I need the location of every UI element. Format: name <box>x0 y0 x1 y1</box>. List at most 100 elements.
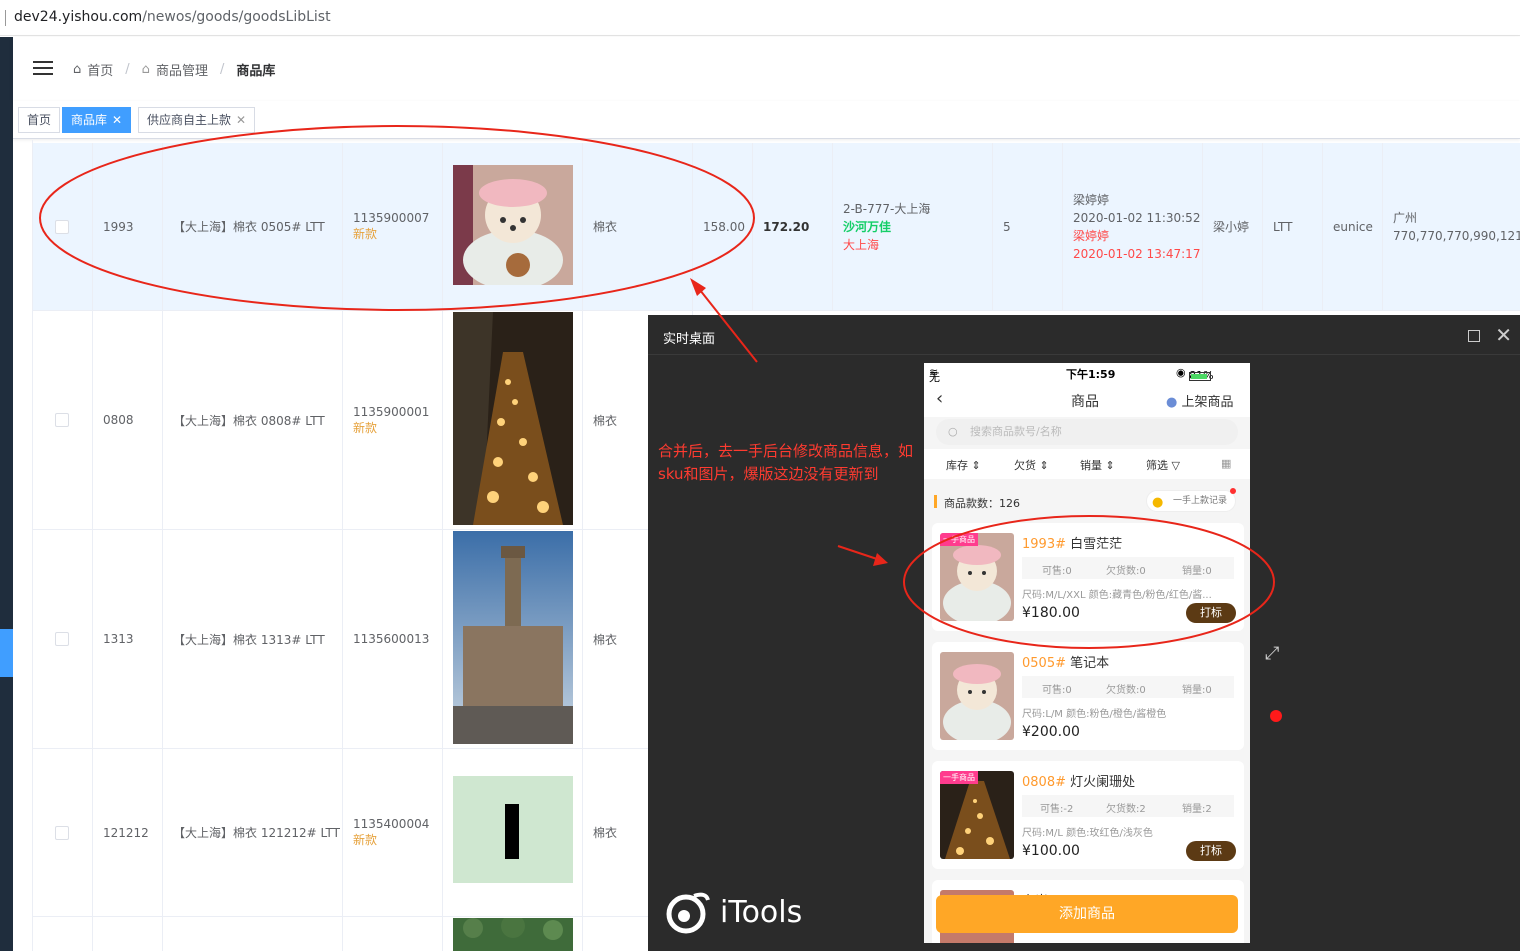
breadcrumb-separator: / <box>219 62 225 77</box>
owner-cell: eunice <box>1323 143 1383 310</box>
back-icon[interactable]: ‹ <box>936 388 943 409</box>
modified-time: 2020-01-02 13:47:17 <box>1073 246 1201 261</box>
product-thumbnail[interactable] <box>453 776 573 883</box>
product-price: ¥180.00 <box>1022 605 1080 621</box>
mark-button[interactable]: 打标 <box>1186 603 1236 623</box>
region-cell: 广州 770,770,770,990,1210 <box>1383 143 1520 310</box>
breadcrumb-home[interactable]: 首页 <box>87 60 113 79</box>
breadcrumb-current: 商品库 <box>236 64 276 79</box>
price-cell: 172.20 <box>753 143 833 310</box>
id-cell: 121212 <box>93 749 163 916</box>
sidebar-active-indicator <box>0 629 13 677</box>
grid-view-icon[interactable]: ▦ <box>1221 457 1231 470</box>
publish-icon: ● <box>1166 395 1178 410</box>
product-name: 0505# 笔记本 <box>1022 656 1110 671</box>
row-checkbox-cell <box>33 143 93 310</box>
phone-page-title: 商品 <box>1071 394 1099 410</box>
itools-logo: iTools <box>666 890 802 934</box>
product-price: ¥100.00 <box>1022 843 1080 859</box>
carrier-text: 无 SIM 卡 ≋ <box>929 366 949 413</box>
close-icon[interactable]: ✕ <box>1495 325 1512 345</box>
product-count: 商品款数：126 <box>944 497 1020 510</box>
audit-cell: 梁婷婷 2020-01-02 11:30:52 梁婷婷 2020-01-02 13:4… <box>1063 143 1203 310</box>
product-thumbnail[interactable] <box>453 918 573 951</box>
cost-cell: 158.00 <box>693 143 753 310</box>
clock-text: 下午1:59 <box>1066 368 1116 381</box>
filter-sales[interactable]: 销量 ⇕ <box>1080 457 1115 473</box>
product-thumbnail[interactable] <box>453 165 573 285</box>
product-card[interactable]: 0505# 笔记本 可售:0 欠货数:0 销量:0 尺码:L/M 颜色:粉色/橙色/… <box>932 642 1244 750</box>
row-checkbox[interactable] <box>55 413 69 427</box>
product-stats: 可售:0 欠货数:0 销量:0 <box>1022 676 1234 698</box>
tab-home[interactable]: 首页 <box>18 107 61 133</box>
table-row[interactable]: 1993 【大上海】棉衣 0505# LTT 1135900007 新款 棉衣 1… <box>33 143 1520 311</box>
product-name: 1993# 白雪茫茫 <box>1022 537 1123 552</box>
address-bar[interactable]: dev24.yishou.com/newos/goods/goodsLibLis… <box>0 0 1520 36</box>
category-cell: 棉衣 <box>583 143 693 310</box>
product-image <box>940 652 1014 740</box>
box-icon: ⌂ <box>141 62 150 77</box>
phone-status-bar: 无 SIM 卡 ≋ 下午1:59 ◉ 81% <box>924 363 1250 413</box>
title-cell: 【大上海】棉衣 121212# LTT <box>163 749 343 916</box>
product-thumbnail[interactable] <box>453 312 573 525</box>
itools-logo-text: iTools <box>720 894 803 930</box>
notification-dot <box>1230 488 1236 494</box>
tab-supplier-upload[interactable]: 供应商自主上款 ✕ <box>138 107 256 133</box>
modifier-text: 梁婷婷 <box>1073 228 1110 243</box>
code-cell: 1135900001 新款 <box>343 311 443 529</box>
hamburger-menu-icon[interactable] <box>33 61 53 75</box>
image-cell <box>443 311 583 529</box>
upload-record-button[interactable]: ● 一手上款记录 <box>1146 490 1237 512</box>
breadcrumb-section[interactable]: 商品管理 <box>156 60 208 79</box>
image-cell <box>443 749 583 916</box>
product-stats: 可售:0 欠货数:0 销量:0 <box>1022 557 1234 579</box>
phone-search-input[interactable]: ○ 搜索商品款号/名称 <box>936 419 1238 445</box>
code-cell: 1135900007 新款 <box>343 143 443 310</box>
code-cell: 1135400004 新款 <box>343 749 443 916</box>
market-text: 沙河万佳 <box>843 219 892 234</box>
new-tag: 新款 <box>353 833 378 847</box>
title-cell <box>163 917 343 951</box>
row-checkbox-cell <box>33 749 93 916</box>
product-card[interactable]: 一手商品 1993# 白雪茫茫 可售:0 欠货数:0 销量:0 尺码:M/L/XXL… <box>932 523 1244 631</box>
stall-cell: 2-B-777-大上海 沙河万佳 大上海 <box>833 143 993 310</box>
add-product-button[interactable]: 添加商品 <box>936 895 1238 933</box>
url-text: dev24.yishou.com/newos/goods/goodsLibLis… <box>14 9 331 25</box>
battery-text: ◉ 81% <box>1176 366 1214 382</box>
product-stats: 可售:-2 欠货数:2 销量:2 <box>1022 795 1234 817</box>
breadcrumb: ⌂ 首页 / ⌂ 商品管理 / 商品库 <box>73 60 275 79</box>
row-checkbox[interactable] <box>55 219 69 234</box>
mark-button[interactable]: 打标 <box>1186 841 1236 861</box>
image-cell <box>443 143 583 310</box>
sidebar-collapsed <box>0 37 13 951</box>
product-thumbnail[interactable] <box>453 531 573 744</box>
tags-view: 首页 商品库 ✕ 供应商自主上款 ✕ <box>13 101 1520 139</box>
first-hand-badge: 一手商品 <box>940 771 978 784</box>
filter-stock[interactable]: 库存 ⇕ <box>946 457 981 473</box>
image-cell <box>443 530 583 748</box>
recording-dot <box>1270 710 1282 722</box>
phone-header: ‹ 商品 ● 上架商品 <box>924 383 1250 417</box>
tab-goods-lib[interactable]: 商品库 ✕ <box>62 107 132 133</box>
list-product-button[interactable]: ● 上架商品 <box>1166 391 1234 410</box>
filter-screen[interactable]: 筛选 ▽ <box>1146 457 1180 473</box>
id-cell: 0808 <box>93 311 163 529</box>
close-icon[interactable]: ✕ <box>112 113 122 127</box>
top-navbar: ⌂ 首页 / ⌂ 商品管理 / 商品库 <box>13 37 1520 101</box>
code-text: 1135900007 <box>353 211 430 225</box>
product-image: 一手商品 <box>940 533 1014 621</box>
id-cell <box>93 917 163 951</box>
row-checkbox-cell <box>33 917 93 951</box>
annotation-text: 合并后，去一手后台修改商品信息，如sku和图片，爆版这边没有更新到 <box>658 442 914 483</box>
product-card[interactable]: 一手商品 0808# 灯火阑珊处 可售:-2 欠货数:2 销量:2 尺码:M/L 颜… <box>932 761 1244 869</box>
product-price: ¥200.00 <box>1022 724 1080 740</box>
accent-bar <box>934 495 937 508</box>
expand-icon[interactable]: ⤢ <box>1265 643 1279 664</box>
row-checkbox-cell <box>33 530 93 748</box>
filter-owed[interactable]: 欠货 ⇕ <box>1014 457 1049 473</box>
phone-screen: 无 SIM 卡 ≋ 下午1:59 ◉ 81% ‹ 商品 ● 上架商品 ○搜索商品… <box>924 363 1250 943</box>
close-icon[interactable]: ✕ <box>236 113 246 127</box>
row-checkbox[interactable] <box>55 825 69 840</box>
maximize-icon[interactable] <box>1468 330 1480 342</box>
row-checkbox[interactable] <box>55 632 69 646</box>
